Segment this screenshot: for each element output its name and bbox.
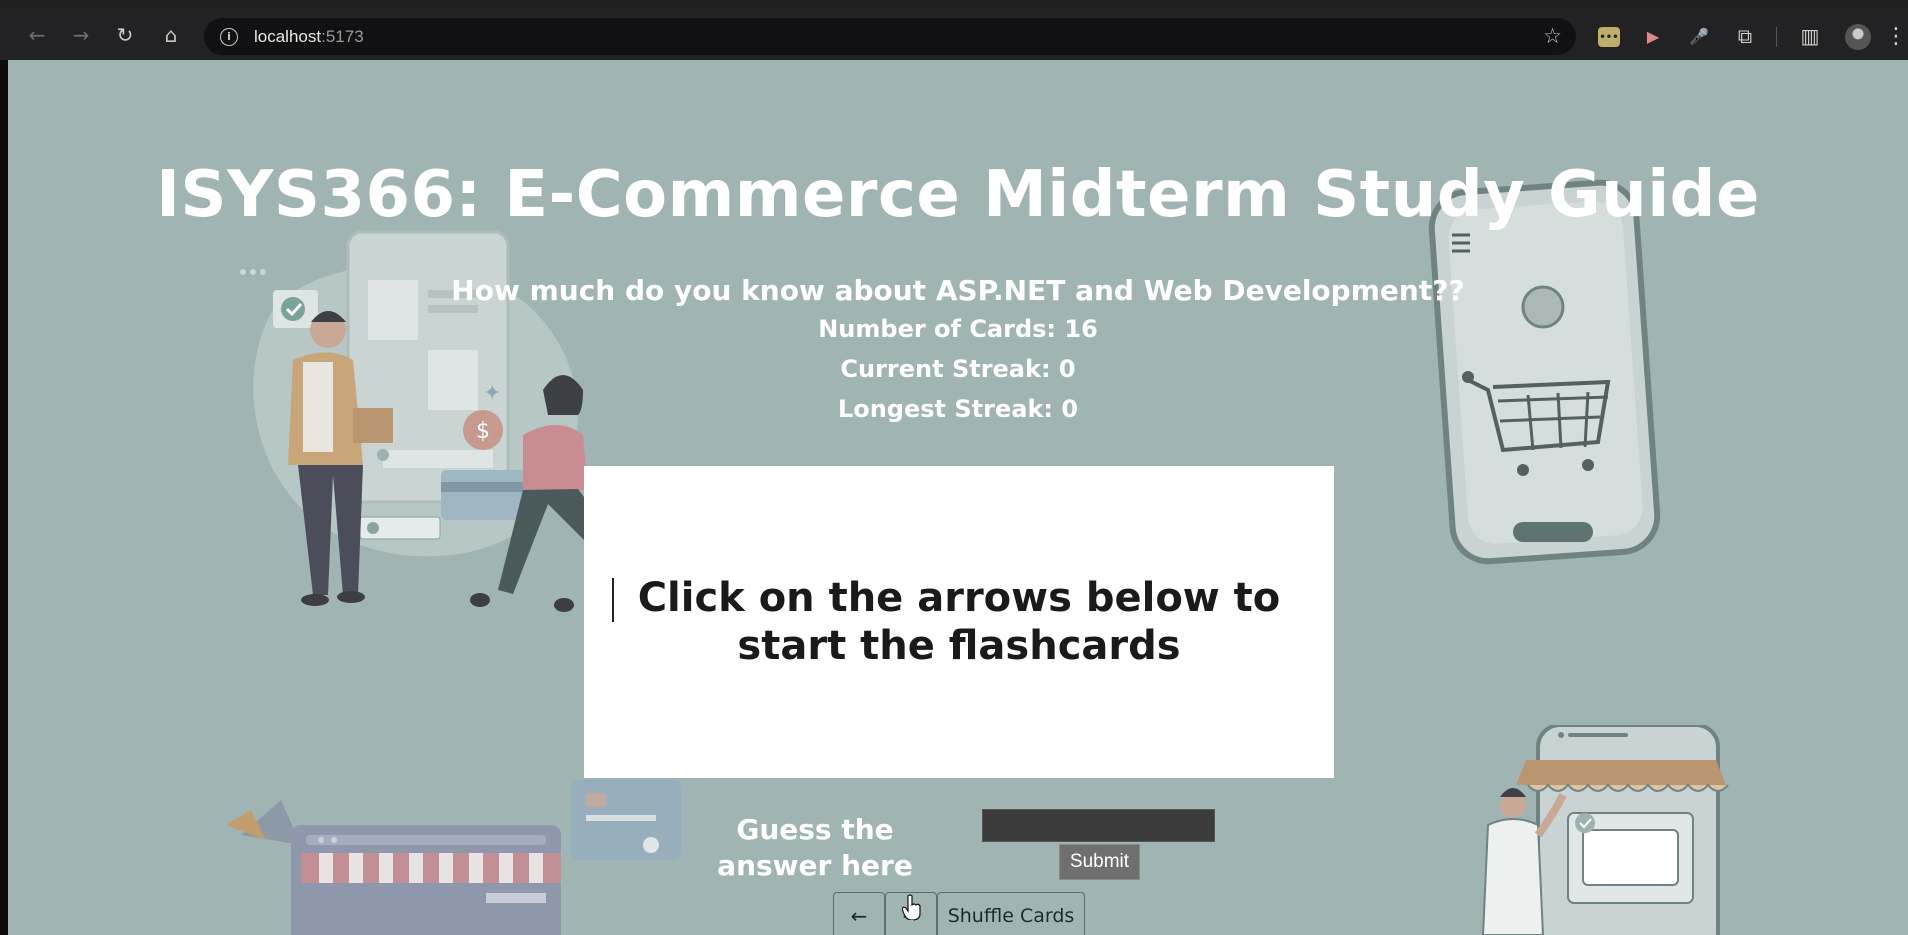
extensions-puzzle-icon[interactable]: ⧉ [1732,23,1758,49]
page-subtitle: How much do you know about ASP.NET and W… [451,274,1465,307]
phone-cart-illustration [1428,179,1661,565]
profile-avatar[interactable] [1845,24,1871,50]
reload-icon[interactable]: ↻ [110,20,140,50]
storefront-illustration [226,780,681,935]
current-streak: Current Streak: 0 [840,355,1076,383]
guess-label: Guess the answer here [717,813,913,882]
page-content: $ ✦ ISYS366: E-Commerce Midterm Study Gu… [8,60,1908,935]
url-text[interactable]: localhost:5173 [254,27,364,47]
phone-shop-illustration [1481,725,1729,935]
browser-toolbar: ← → ↻ ⌂ i localhost:5173 ☆ ••• ▶ 🎤 ⧉ ▥ ⋮ [0,0,1908,60]
forward-icon[interactable]: → [66,20,96,50]
side-panel-icon[interactable]: ▥ [1797,23,1823,49]
recording-extension-icon[interactable]: ▶ [1640,23,1666,49]
guess-input[interactable] [982,809,1215,842]
extension-icon[interactable]: ••• [1598,27,1620,47]
longest-streak: Longest Streak: 0 [837,395,1079,423]
left-arrow-icon: ← [850,904,868,928]
site-info-icon[interactable]: i [220,27,238,46]
card-count: Number of Cards: 16 [818,315,1098,343]
flashcard[interactable]: Click on the arrows below to start the f… [584,466,1334,778]
flashcard-text: Click on the arrows below to start the f… [612,574,1304,670]
url-port: :5173 [321,26,364,46]
flashcard-text-content: Click on the arrows below to start the f… [637,575,1281,669]
shuffle-cards-button[interactable]: Shuffle Cards [937,892,1085,935]
previous-card-button[interactable]: ← [833,892,885,935]
hand-cursor-icon [902,894,921,920]
url-host: localhost [254,26,322,46]
home-icon[interactable]: ⌂ [156,20,186,50]
bookmark-star-icon[interactable]: ☆ [1543,24,1562,48]
back-icon[interactable]: ← [22,20,52,50]
address-bar[interactable]: i localhost:5173 ☆ [204,18,1576,55]
toolbar-divider [1776,27,1777,47]
text-caret [612,578,614,622]
submit-button[interactable]: Submit [1059,844,1140,880]
page-title: ISYS366: E-Commerce Midterm Study Guide [156,158,1760,232]
microphone-icon[interactable]: 🎤 [1686,23,1712,49]
browser-menu-icon[interactable]: ⋮ [1885,23,1907,49]
